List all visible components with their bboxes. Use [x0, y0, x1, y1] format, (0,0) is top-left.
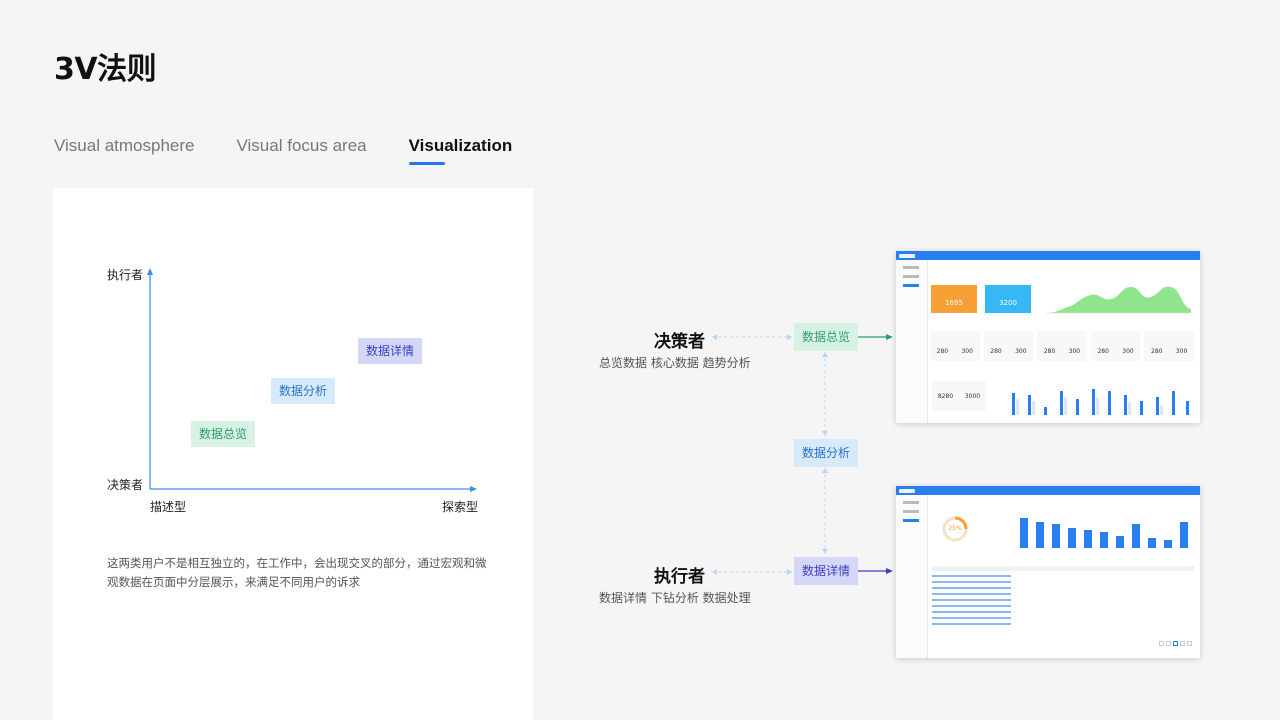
stat-value: 280: [1097, 348, 1109, 355]
axes: [147, 268, 477, 492]
tag-data-analysis: 数据分析: [271, 378, 335, 404]
stat-value: 280: [1151, 348, 1163, 355]
y-axis-bottom-label: 决策者: [107, 478, 144, 492]
x-axis-right-label: 探索型: [442, 500, 479, 514]
thumbnail-sidebar: [896, 260, 928, 423]
kpi-card-cyan: 3200: [985, 285, 1031, 313]
app-logo: [899, 253, 915, 258]
left-stat-card: 8280 3000: [932, 381, 986, 411]
stat-value: 280: [936, 348, 949, 355]
diagram-card: 执行者 决策者 描述型 探索型 数据总览 数据分析 数据详情 这两类用户不是相互…: [53, 188, 533, 720]
gauge-value: 25%: [948, 525, 962, 532]
executor-role-label: 执行者: [654, 567, 705, 587]
bar-chart-thumbnail: [1012, 389, 1189, 415]
stat-value: 300: [1122, 348, 1134, 355]
stat-value: 300: [961, 348, 973, 355]
tab-visual-atmosphere[interactable]: Visual atmosphere: [54, 136, 195, 156]
tab-bar: Visual atmosphere Visual focus area Visu…: [54, 136, 512, 165]
decision-role-label: 决策者: [654, 332, 705, 352]
stat-value: 8280: [937, 392, 954, 400]
stat-value: 300: [1175, 348, 1188, 355]
x-axis-left-label: 描述型: [150, 500, 187, 514]
stat-value: 280: [990, 348, 1002, 355]
page-title: 3V法则: [54, 52, 157, 87]
dashboard-detail-thumbnail: 25%: [896, 486, 1200, 658]
node-data-overview: 数据总览: [794, 323, 858, 351]
detail-table: [932, 566, 1194, 629]
executor-tasks: 数据详情 下钻分析 数据处理: [599, 591, 751, 605]
kpi-card-orange: 1695: [931, 285, 977, 313]
tab-visual-focus-area[interactable]: Visual focus area: [237, 136, 367, 156]
app-logo: [899, 488, 915, 493]
stat-card-row: 280 300 280 300 280 300 280 300 280 300: [930, 331, 1194, 361]
y-axis-top-label: 执行者: [107, 268, 144, 282]
description-text: 这两类用户不是相互独立的，在工作中，会出现交叉的部分，通过宏观和微观数据在页面中…: [107, 556, 487, 589]
pagination[interactable]: [1159, 641, 1192, 646]
tag-data-overview: 数据总览: [191, 421, 255, 447]
tag-data-detail: 数据详情: [358, 338, 422, 364]
tab-visualization[interactable]: Visualization: [408, 136, 512, 165]
dashboard-overview-thumbnail: 1695 3200 280 300 280 300 280 300 280 300 28…: [896, 251, 1200, 423]
node-data-detail: 数据详情: [794, 557, 858, 585]
ranking-bar-chart: [1020, 518, 1188, 548]
stat-value: 300: [1015, 348, 1027, 355]
decision-tasks: 总览数据 核心数据 趋势分析: [599, 356, 751, 370]
stat-value: 300: [1068, 348, 1081, 355]
trend-area-chart: [1046, 286, 1194, 314]
thumbnail-sidebar: [896, 495, 928, 658]
node-data-analysis: 数据分析: [794, 439, 858, 467]
stat-value: 3000: [964, 392, 981, 400]
stat-value: 280: [1043, 348, 1056, 355]
